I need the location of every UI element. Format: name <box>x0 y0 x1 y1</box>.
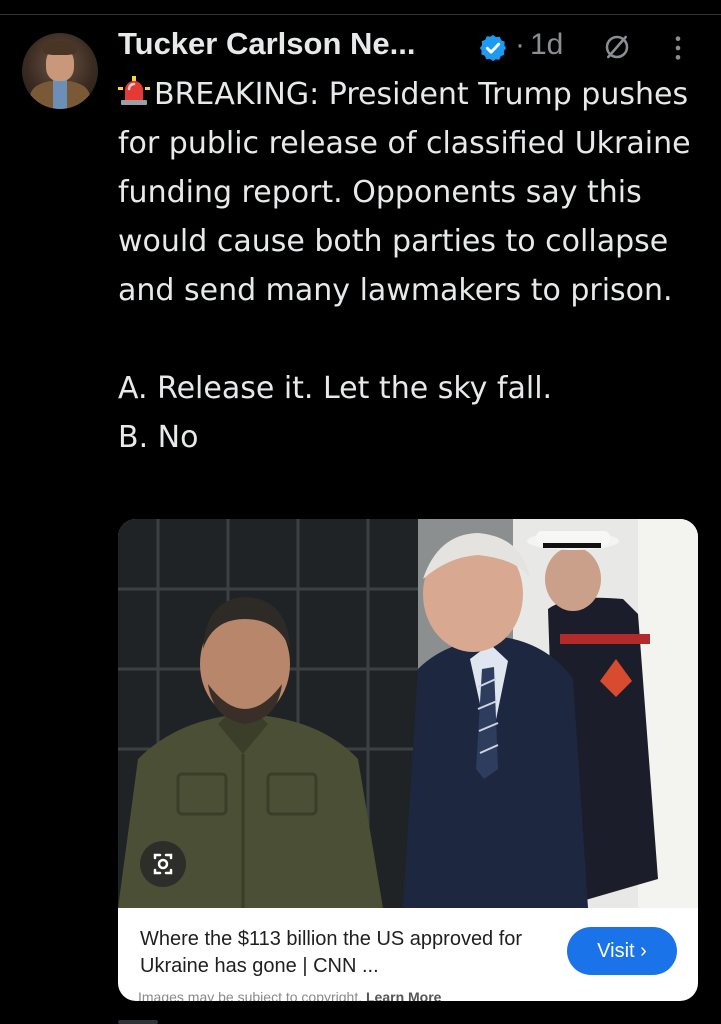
google-lens-button[interactable] <box>140 841 186 887</box>
avatar-shirt <box>53 79 67 109</box>
disclaimer-text: Images may be subject to copyright. <box>138 989 363 1001</box>
poll-option-b: B. No <box>118 420 199 455</box>
author-avatar[interactable] <box>22 33 98 109</box>
rotating-light-icon <box>118 76 150 105</box>
card-caption-text[interactable]: Where the $113 billion the US approved f… <box>140 926 560 980</box>
post-timestamp[interactable]: 1d <box>530 28 563 62</box>
action-bar-peek <box>118 1020 158 1024</box>
post-paragraph-text: BREAKING: President Trump pushes for pub… <box>118 77 691 308</box>
news-photo[interactable] <box>118 519 698 908</box>
poll-option-a: A. Release it. Let the sky fall. <box>118 371 553 406</box>
post-header: Tucker Carlson Ne... · 1d <box>118 24 708 70</box>
grok-slash-icon[interactable] <box>602 32 632 62</box>
image-search-card[interactable]: Where the $113 billion the US approved f… <box>118 519 698 1001</box>
meta-separator: · <box>515 28 525 61</box>
copyright-disclaimer: Images may be subject to copyright. Lear… <box>138 989 658 1001</box>
learn-more-link[interactable]: Learn More <box>366 989 441 1001</box>
author-display-name[interactable]: Tucker Carlson Ne... <box>118 26 415 62</box>
verified-badge-icon <box>479 34 507 62</box>
visit-button[interactable]: Visit › <box>567 927 677 975</box>
avatar-hair <box>43 41 77 55</box>
card-caption[interactable]: Where the $113 billion the US approved f… <box>140 926 560 980</box>
google-lens-icon <box>153 853 173 875</box>
post-paragraph: BREAKING: President Trump pushes for pub… <box>118 70 708 315</box>
post-text: BREAKING: President Trump pushes for pub… <box>118 70 708 462</box>
top-divider <box>0 14 721 15</box>
vertical-ellipsis-icon[interactable] <box>672 34 684 62</box>
